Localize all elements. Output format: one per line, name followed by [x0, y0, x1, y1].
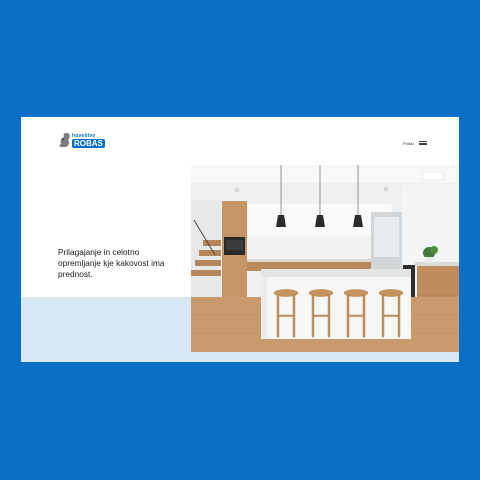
top-nav: Polski	[403, 139, 427, 147]
hamburger-menu-icon[interactable]	[418, 141, 427, 145]
landing-card: hoveštvo ROBAS Polski Prilagajanje in ce…	[21, 117, 459, 362]
kitchen-photo	[191, 165, 459, 352]
logo-wordmark: ROBAS	[72, 139, 105, 148]
brand-logo[interactable]: hoveštvo ROBAS	[57, 131, 105, 151]
language-selector[interactable]: Polski	[403, 141, 414, 146]
hero-headline: Prilagajanje in celotno opremljanje kje …	[58, 247, 165, 279]
squirrel-icon	[59, 132, 70, 147]
